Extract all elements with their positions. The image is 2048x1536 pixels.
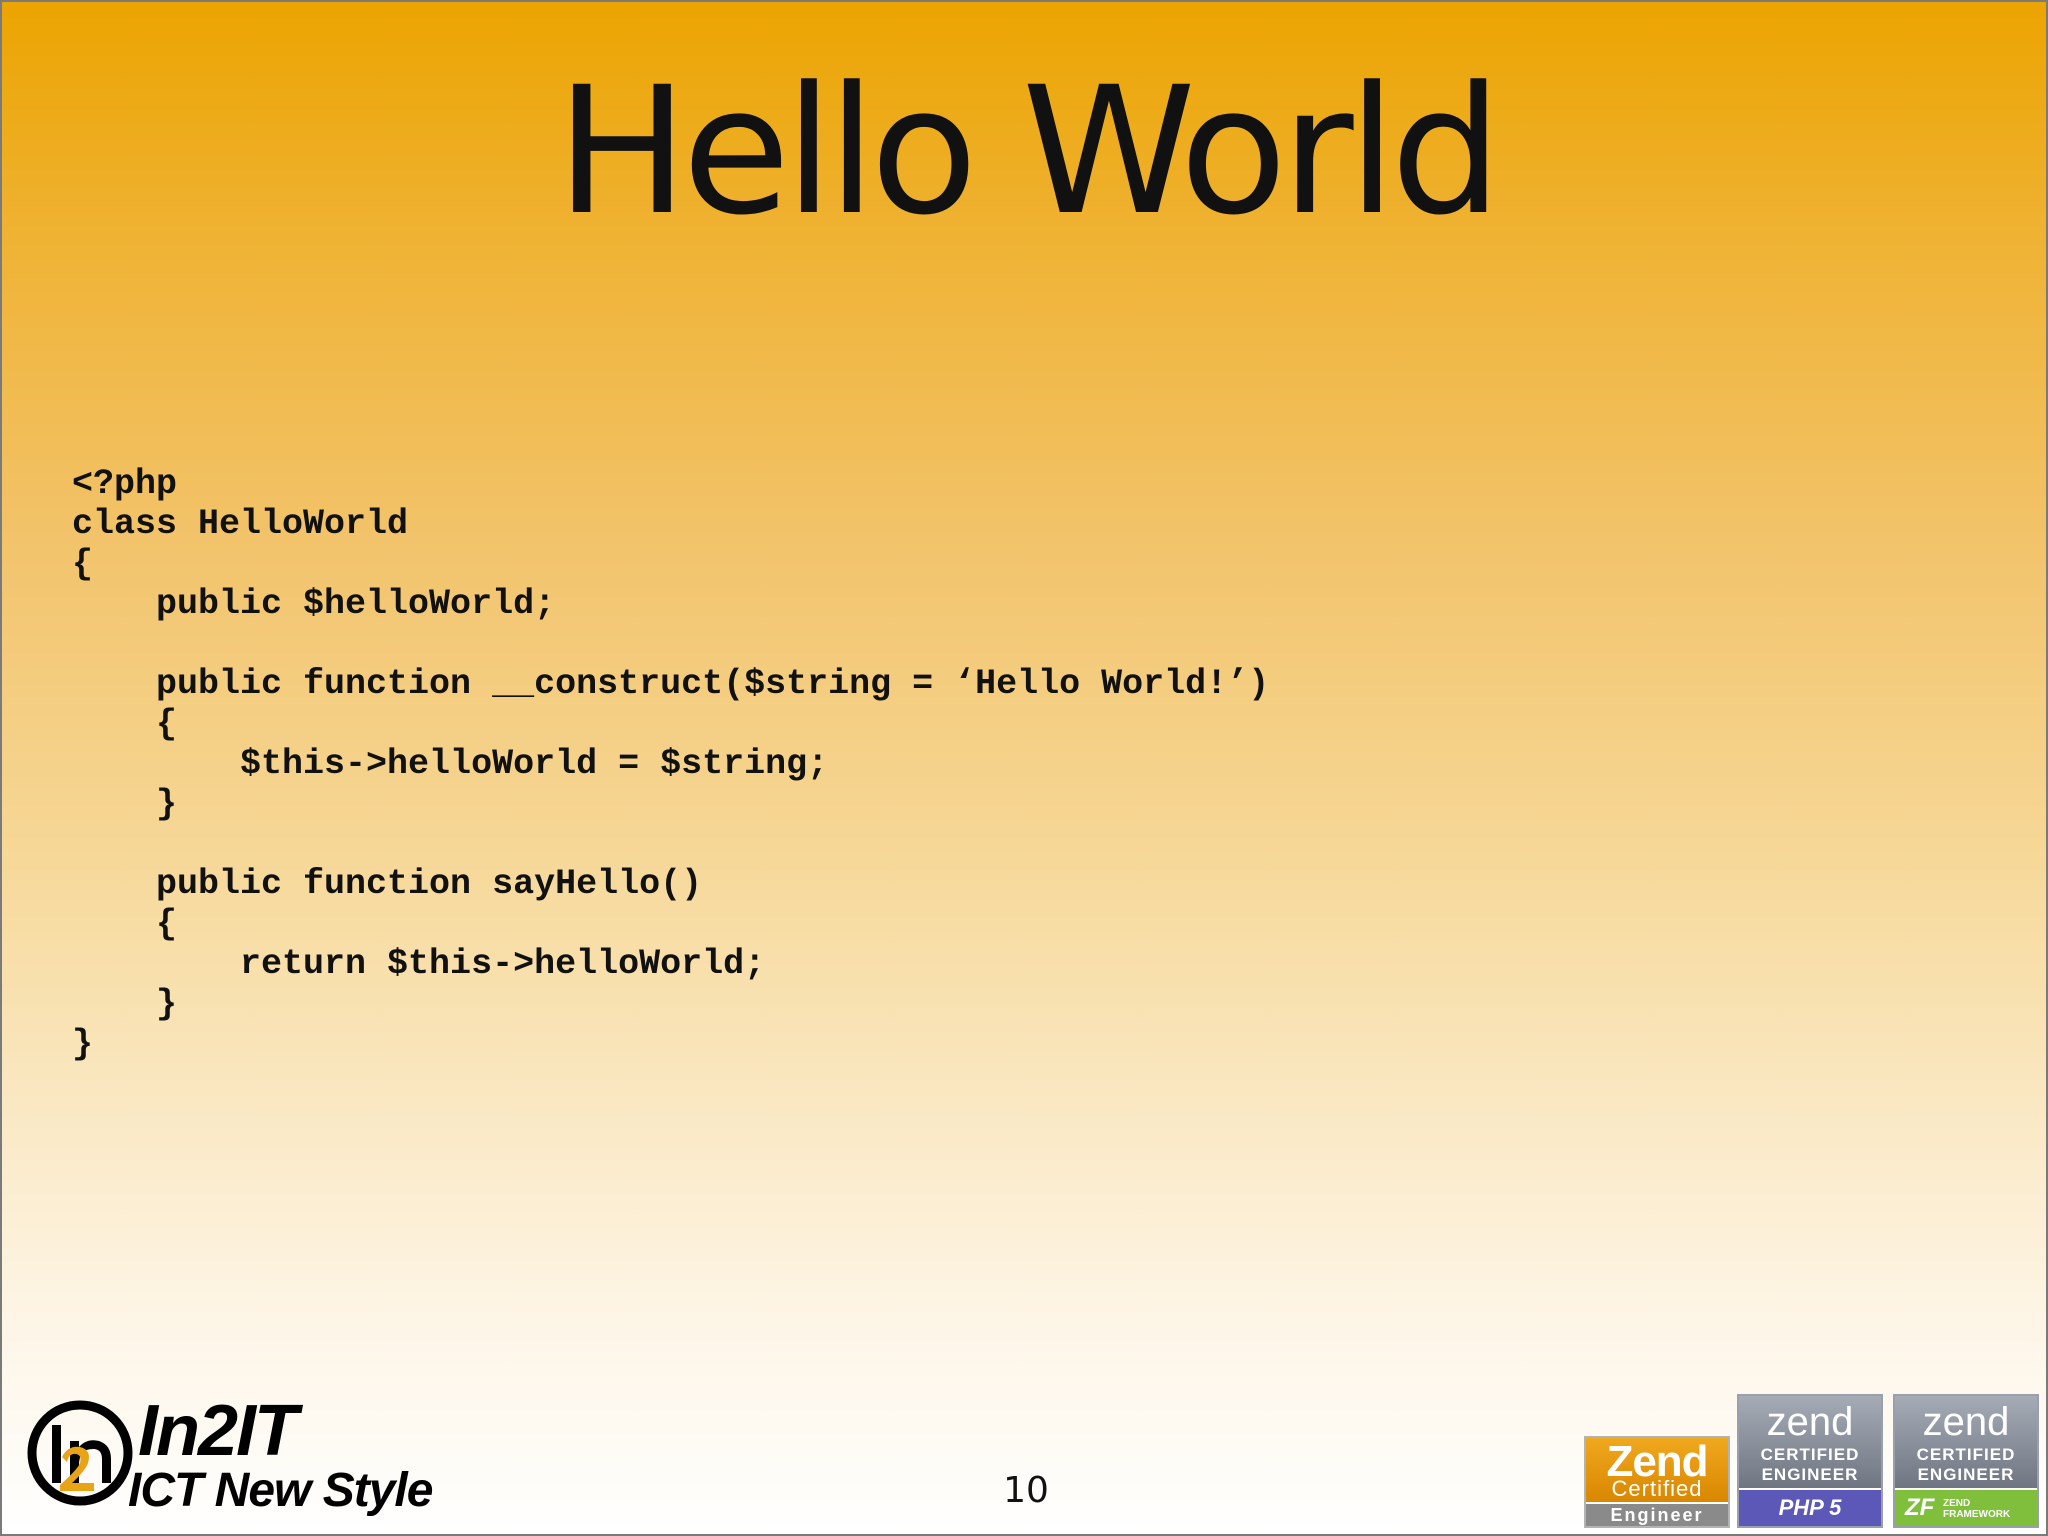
code-line: public $helloWorld;	[72, 584, 556, 624]
badge-brand: zend	[1922, 1400, 2010, 1444]
badge-bottom-line: FRAMEWORK	[1943, 1509, 2011, 1520]
code-line: public function sayHello()	[72, 864, 703, 904]
code-line: {	[72, 704, 178, 744]
badge-bottom-line: ZEND	[1943, 1498, 1971, 1509]
code-line: {	[72, 544, 94, 584]
code-line: return $this->helloWorld;	[72, 944, 766, 984]
zend-php5-badge: zend CERTIFIED ENGINEER PHP 5	[1737, 1394, 1883, 1528]
badge-line: Certified	[1611, 1476, 1703, 1501]
code-line: }	[72, 1024, 94, 1064]
badge-bottom: Engineer	[1586, 1504, 1728, 1526]
code-line: $this->helloWorld = $string;	[72, 744, 829, 784]
badge-line: CERTIFIED	[1760, 1445, 1860, 1464]
badge-brand: zend	[1766, 1400, 1854, 1444]
zend-framework-badge: zend CERTIFIED ENGINEER ZF ZEND FRAMEWORK	[1893, 1394, 2039, 1528]
badge-line: ENGINEER	[1761, 1465, 1859, 1484]
code-line: public function __construct($string = ‘H…	[72, 664, 1270, 704]
zend-certified-engineer-badge: Zend Certified Engineer	[1584, 1436, 1730, 1528]
zf-logo-icon: ZF	[1905, 1494, 1935, 1521]
logo-mark-text: in2	[24, 1397, 26, 1398]
code-line: }	[72, 784, 178, 824]
code-line: class HelloWorld	[72, 504, 409, 544]
badge-bottom-text: ZEND FRAMEWORK	[1943, 1498, 2010, 1520]
slide: Hello World <?php class HelloWorld{ publi…	[0, 0, 2048, 1536]
logo-name: In2IT	[138, 1391, 298, 1471]
badge-bottom: PHP 5	[1739, 1490, 1881, 1526]
code-line: }	[72, 984, 178, 1024]
badge-line: CERTIFIED	[1916, 1445, 2016, 1464]
slide-title: Hello World	[555, 49, 1502, 254]
code-line: <?php	[72, 464, 178, 504]
badge-line: ENGINEER	[1917, 1465, 2015, 1484]
code-block: <?php class HelloWorld{ public $helloWorl…	[72, 464, 1269, 1064]
code-line: {	[72, 904, 178, 944]
badge-bottom: ZF ZEND FRAMEWORK	[1895, 1490, 2037, 1526]
